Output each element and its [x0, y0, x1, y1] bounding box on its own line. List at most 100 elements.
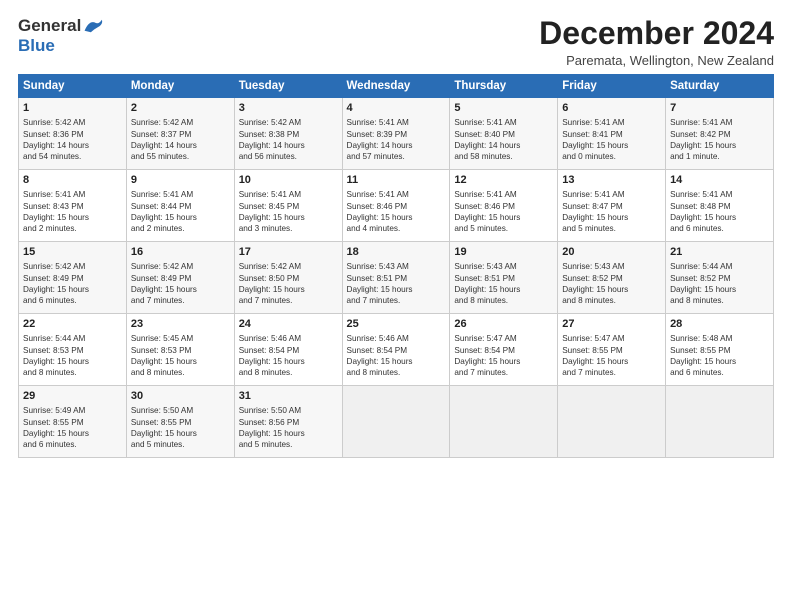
calendar-cell: 28 Sunrise: 5:48 AMSunset: 8:55 PMDayligh…	[666, 314, 774, 386]
calendar-cell: 1Sunrise: 5:42 AMSunset: 8:36 PMDaylight…	[19, 98, 127, 170]
day-number: 31	[239, 389, 338, 404]
day-detail: Sunrise: 5:43 AMSunset: 8:51 PMDaylight:…	[347, 262, 413, 305]
day-number: 4	[347, 101, 446, 116]
day-detail: Sunrise: 5:41 AMSunset: 8:48 PMDaylight:…	[670, 190, 736, 233]
calendar-cell: 6Sunrise: 5:41 AMSunset: 8:41 PMDaylight…	[558, 98, 666, 170]
day-detail: Sunrise: 5:42 AMSunset: 8:49 PMDaylight:…	[23, 262, 89, 305]
calendar-cell: 26 Sunrise: 5:47 AMSunset: 8:54 PMDayligh…	[450, 314, 558, 386]
day-detail: Sunrise: 5:41 AMSunset: 8:44 PMDaylight:…	[131, 190, 197, 233]
day-number: 22	[23, 317, 122, 332]
logo: General Blue	[18, 16, 105, 56]
calendar-cell: 8 Sunrise: 5:41 AMSunset: 8:43 PMDaylight…	[19, 170, 127, 242]
day-number: 25	[347, 317, 446, 332]
day-detail: Sunrise: 5:43 AMSunset: 8:51 PMDaylight:…	[454, 262, 520, 305]
day-detail: Sunrise: 5:46 AMSunset: 8:54 PMDaylight:…	[239, 334, 305, 377]
day-detail: Sunrise: 5:41 AMSunset: 8:40 PMDaylight:…	[454, 118, 520, 161]
day-detail: Sunrise: 5:50 AMSunset: 8:55 PMDaylight:…	[131, 406, 197, 449]
calendar-cell: 13 Sunrise: 5:41 AMSunset: 8:47 PMDayligh…	[558, 170, 666, 242]
day-number: 23	[131, 317, 230, 332]
day-number: 1	[23, 101, 122, 116]
col-header-wednesday: Wednesday	[342, 75, 450, 98]
day-number: 11	[347, 173, 446, 188]
day-detail: Sunrise: 5:42 AMSunset: 8:49 PMDaylight:…	[131, 262, 197, 305]
calendar-cell: 15 Sunrise: 5:42 AMSunset: 8:49 PMDayligh…	[19, 242, 127, 314]
calendar-cell: 7 Sunrise: 5:41 AMSunset: 8:42 PMDaylight…	[666, 98, 774, 170]
col-header-thursday: Thursday	[450, 75, 558, 98]
logo-blue-text: Blue	[18, 36, 55, 55]
calendar-cell: 18 Sunrise: 5:43 AMSunset: 8:51 PMDayligh…	[342, 242, 450, 314]
calendar-cell	[558, 386, 666, 458]
day-number: 14	[670, 173, 769, 188]
day-number: 30	[131, 389, 230, 404]
calendar-cell: 14 Sunrise: 5:41 AMSunset: 8:48 PMDayligh…	[666, 170, 774, 242]
calendar-cell	[666, 386, 774, 458]
col-header-saturday: Saturday	[666, 75, 774, 98]
day-number: 20	[562, 245, 661, 260]
day-detail: Sunrise: 5:41 AMSunset: 8:47 PMDaylight:…	[562, 190, 628, 233]
day-detail: Sunrise: 5:50 AMSunset: 8:56 PMDaylight:…	[239, 406, 305, 449]
calendar-cell: 20Sunrise: 5:43 AMSunset: 8:52 PMDayligh…	[558, 242, 666, 314]
calendar-cell: 27 Sunrise: 5:47 AMSunset: 8:55 PMDayligh…	[558, 314, 666, 386]
logo-general-text: General	[18, 16, 81, 36]
day-number: 26	[454, 317, 553, 332]
col-header-monday: Monday	[126, 75, 234, 98]
calendar-table: SundayMondayTuesdayWednesdayThursdayFrid…	[18, 74, 774, 458]
calendar-cell: 3 Sunrise: 5:42 AMSunset: 8:38 PMDaylight…	[234, 98, 342, 170]
day-number: 29	[23, 389, 122, 404]
day-detail: Sunrise: 5:41 AMSunset: 8:41 PMDaylight:…	[562, 118, 628, 161]
day-number: 19	[454, 245, 553, 260]
calendar-cell: 4 Sunrise: 5:41 AMSunset: 8:39 PMDaylight…	[342, 98, 450, 170]
day-detail: Sunrise: 5:47 AMSunset: 8:55 PMDaylight:…	[562, 334, 628, 377]
day-number: 18	[347, 245, 446, 260]
day-number: 16	[131, 245, 230, 260]
day-detail: Sunrise: 5:47 AMSunset: 8:54 PMDaylight:…	[454, 334, 520, 377]
logo-bird-icon	[83, 17, 105, 35]
calendar-cell: 16 Sunrise: 5:42 AMSunset: 8:49 PMDayligh…	[126, 242, 234, 314]
day-number: 13	[562, 173, 661, 188]
calendar-cell: 30 Sunrise: 5:50 AMSunset: 8:55 PMDayligh…	[126, 386, 234, 458]
calendar-cell: 21 Sunrise: 5:44 AMSunset: 8:52 PMDayligh…	[666, 242, 774, 314]
day-number: 3	[239, 101, 338, 116]
day-detail: Sunrise: 5:41 AMSunset: 8:45 PMDaylight:…	[239, 190, 305, 233]
calendar-cell: 31 Sunrise: 5:50 AMSunset: 8:56 PMDayligh…	[234, 386, 342, 458]
calendar-cell: 5 Sunrise: 5:41 AMSunset: 8:40 PMDaylight…	[450, 98, 558, 170]
col-header-tuesday: Tuesday	[234, 75, 342, 98]
day-number: 17	[239, 245, 338, 260]
title-block: December 2024 Paremata, Wellington, New …	[539, 16, 774, 68]
day-number: 2	[131, 101, 230, 116]
day-detail: Sunrise: 5:44 AMSunset: 8:52 PMDaylight:…	[670, 262, 736, 305]
calendar-cell: 17Sunrise: 5:42 AMSunset: 8:50 PMDayligh…	[234, 242, 342, 314]
day-detail: Sunrise: 5:42 AMSunset: 8:37 PMDaylight:…	[131, 118, 197, 161]
day-number: 27	[562, 317, 661, 332]
day-detail: Sunrise: 5:46 AMSunset: 8:54 PMDaylight:…	[347, 334, 413, 377]
day-number: 8	[23, 173, 122, 188]
day-detail: Sunrise: 5:41 AMSunset: 8:42 PMDaylight:…	[670, 118, 736, 161]
day-detail: Sunrise: 5:41 AMSunset: 8:39 PMDaylight:…	[347, 118, 413, 161]
day-detail: Sunrise: 5:41 AMSunset: 8:46 PMDaylight:…	[347, 190, 413, 233]
calendar-cell	[450, 386, 558, 458]
page-subtitle: Paremata, Wellington, New Zealand	[539, 53, 774, 68]
day-number: 21	[670, 245, 769, 260]
day-number: 7	[670, 101, 769, 116]
day-detail: Sunrise: 5:45 AMSunset: 8:53 PMDaylight:…	[131, 334, 197, 377]
day-detail: Sunrise: 5:42 AMSunset: 8:38 PMDaylight:…	[239, 118, 305, 161]
day-number: 24	[239, 317, 338, 332]
day-number: 15	[23, 245, 122, 260]
day-number: 28	[670, 317, 769, 332]
day-number: 5	[454, 101, 553, 116]
calendar-cell: 24 Sunrise: 5:46 AMSunset: 8:54 PMDayligh…	[234, 314, 342, 386]
calendar-cell: 10 Sunrise: 5:41 AMSunset: 8:45 PMDayligh…	[234, 170, 342, 242]
day-detail: Sunrise: 5:44 AMSunset: 8:53 PMDaylight:…	[23, 334, 89, 377]
day-detail: Sunrise: 5:48 AMSunset: 8:55 PMDaylight:…	[670, 334, 736, 377]
calendar-cell: 9 Sunrise: 5:41 AMSunset: 8:44 PMDaylight…	[126, 170, 234, 242]
calendar-cell: 22 Sunrise: 5:44 AMSunset: 8:53 PMDayligh…	[19, 314, 127, 386]
calendar-cell: 19 Sunrise: 5:43 AMSunset: 8:51 PMDayligh…	[450, 242, 558, 314]
day-number: 9	[131, 173, 230, 188]
calendar-cell: 23 Sunrise: 5:45 AMSunset: 8:53 PMDayligh…	[126, 314, 234, 386]
calendar-cell: 11 Sunrise: 5:41 AMSunset: 8:46 PMDayligh…	[342, 170, 450, 242]
day-number: 10	[239, 173, 338, 188]
calendar-cell: 12Sunrise: 5:41 AMSunset: 8:46 PMDayligh…	[450, 170, 558, 242]
day-detail: Sunrise: 5:41 AMSunset: 8:46 PMDaylight:…	[454, 190, 520, 233]
day-detail: Sunrise: 5:41 AMSunset: 8:43 PMDaylight:…	[23, 190, 89, 233]
calendar-cell	[342, 386, 450, 458]
